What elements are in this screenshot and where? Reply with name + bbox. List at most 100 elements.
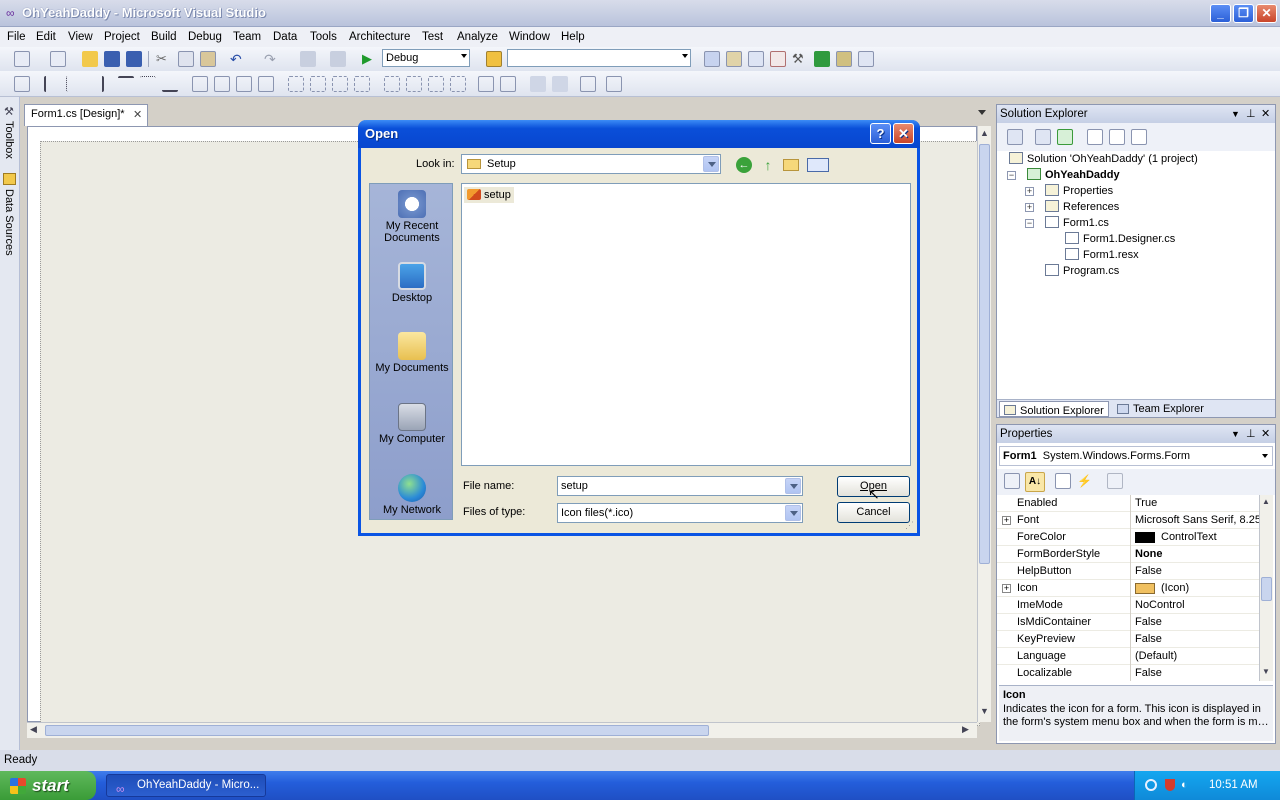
extension-manager-icon[interactable] bbox=[836, 51, 852, 67]
menu-help[interactable]: Help bbox=[559, 29, 587, 45]
property-row-font[interactable]: + Font Microsoft Sans Serif, 8.25 bbox=[997, 512, 1259, 529]
object-selector[interactable]: Form1 System.Windows.Forms.Form bbox=[999, 446, 1273, 466]
menu-view[interactable]: View bbox=[66, 29, 95, 45]
undo-icon[interactable]: ↶ bbox=[230, 51, 246, 67]
make-same-height-icon[interactable] bbox=[214, 76, 230, 92]
menu-project[interactable]: Project bbox=[102, 29, 142, 45]
events-icon[interactable]: ⚡ bbox=[1077, 473, 1093, 489]
place-my-recent-documents[interactable]: My Recent Documents bbox=[370, 190, 454, 244]
align-lefts-icon[interactable] bbox=[44, 76, 60, 92]
menu-data[interactable]: Data bbox=[271, 29, 299, 45]
help-button[interactable]: ? bbox=[870, 123, 891, 144]
tab-solution-explorer[interactable]: Solution Explorer bbox=[999, 401, 1109, 417]
save-icon[interactable] bbox=[104, 51, 120, 67]
property-value[interactable]: ControlText bbox=[1161, 529, 1259, 546]
create-new-folder-icon[interactable] bbox=[783, 159, 799, 171]
close-panel-icon[interactable]: ✕ bbox=[1261, 425, 1270, 443]
tab-form1-design[interactable]: Form1.cs [Design]* ✕ bbox=[24, 104, 148, 126]
save-all-icon[interactable] bbox=[126, 51, 142, 67]
scroll-down-icon[interactable]: ▼ bbox=[980, 706, 989, 718]
pin-icon[interactable]: ⊥ bbox=[1246, 105, 1256, 123]
property-value[interactable]: False bbox=[1135, 614, 1259, 631]
property-row-keypreview[interactable]: KeyPreview False bbox=[997, 631, 1259, 648]
place-desktop[interactable]: Desktop bbox=[370, 262, 454, 304]
property-row-formborderstyle[interactable]: FormBorderStyle None bbox=[997, 546, 1259, 563]
tree-item-form1-designer[interactable]: Form1.Designer.cs bbox=[1065, 231, 1175, 247]
panel-menu-icon[interactable]: ▼ bbox=[1231, 105, 1240, 123]
remove-vertical-spacing-icon[interactable] bbox=[450, 76, 466, 92]
view-class-diagram-icon[interactable] bbox=[1131, 129, 1147, 145]
pin-icon[interactable]: ⊥ bbox=[1246, 425, 1256, 443]
file-name-input[interactable]: setup bbox=[557, 476, 803, 496]
horizontal-spacing-equal-icon[interactable] bbox=[288, 76, 304, 92]
paste-icon[interactable] bbox=[200, 51, 216, 67]
menu-test[interactable]: Test bbox=[420, 29, 445, 45]
show-all-files-icon[interactable] bbox=[1035, 129, 1051, 145]
dialog-close-button[interactable]: ✕ bbox=[893, 123, 914, 144]
align-tops-icon[interactable] bbox=[118, 76, 134, 92]
categorized-icon[interactable] bbox=[1004, 473, 1020, 489]
place-my-documents[interactable]: My Documents bbox=[370, 332, 454, 374]
property-value[interactable]: None bbox=[1135, 546, 1259, 563]
align-middles-icon[interactable] bbox=[140, 76, 156, 92]
close-tab-icon[interactable]: ✕ bbox=[133, 108, 142, 121]
menu-file[interactable]: File bbox=[5, 29, 28, 45]
place-my-computer[interactable]: My Computer bbox=[370, 403, 454, 445]
align-to-grid-icon[interactable] bbox=[14, 76, 30, 92]
expand-icon[interactable]: + bbox=[1025, 187, 1034, 196]
property-row-language[interactable]: Language (Default) bbox=[997, 648, 1259, 665]
make-same-width-icon[interactable] bbox=[192, 76, 208, 92]
align-rights-icon[interactable] bbox=[88, 76, 104, 92]
property-value[interactable]: (Default) bbox=[1135, 648, 1259, 665]
designer-horizontal-scrollbar[interactable]: ◀ ▶ bbox=[27, 722, 977, 738]
active-files-dropdown-icon[interactable] bbox=[978, 110, 986, 115]
up-one-level-icon[interactable]: ↑ bbox=[760, 157, 776, 173]
scroll-up-icon[interactable]: ▲ bbox=[1262, 497, 1270, 506]
view-menu-icon[interactable] bbox=[807, 158, 829, 172]
scroll-right-icon[interactable]: ▶ bbox=[962, 724, 969, 735]
network-icon[interactable] bbox=[1145, 779, 1157, 791]
vertical-scroll-thumb[interactable] bbox=[979, 144, 990, 564]
tab-order-icon[interactable] bbox=[580, 76, 596, 92]
start-page-icon[interactable] bbox=[814, 51, 830, 67]
property-row-localizable[interactable]: Localizable False bbox=[997, 665, 1259, 681]
property-pages-icon[interactable] bbox=[1107, 473, 1123, 489]
designer-vertical-scrollbar[interactable]: ▲ ▼ bbox=[977, 126, 991, 722]
navigate-forward-icon[interactable] bbox=[330, 51, 346, 67]
remove-horizontal-spacing-icon[interactable] bbox=[354, 76, 370, 92]
redo-icon[interactable]: ↷ bbox=[264, 51, 280, 67]
tree-item-project[interactable]: OhYeahDaddy bbox=[1027, 167, 1120, 183]
new-project-icon[interactable] bbox=[14, 51, 30, 67]
close-panel-icon[interactable]: ✕ bbox=[1261, 105, 1270, 123]
decrease-vertical-spacing-icon[interactable] bbox=[428, 76, 444, 92]
solution-configuration-dropdown[interactable]: Debug bbox=[382, 49, 470, 67]
property-value[interactable]: True bbox=[1135, 495, 1259, 512]
find-in-files-icon[interactable] bbox=[486, 51, 502, 67]
menu-analyze[interactable]: Analyze bbox=[455, 29, 500, 45]
taskbar-app-button[interactable]: ∞ OhYeahDaddy - Micro... bbox=[106, 774, 266, 797]
start-button[interactable]: start bbox=[0, 771, 96, 800]
size-to-grid-icon[interactable] bbox=[258, 76, 274, 92]
menu-edit[interactable]: Edit bbox=[34, 29, 58, 45]
tools-icon[interactable]: ⚒ bbox=[792, 51, 808, 67]
file-item-setup[interactable]: setup bbox=[464, 187, 514, 203]
decrease-horizontal-spacing-icon[interactable] bbox=[332, 76, 348, 92]
make-same-size-icon[interactable] bbox=[236, 76, 252, 92]
properties-window-icon[interactable] bbox=[726, 51, 742, 67]
properties-icon[interactable] bbox=[1007, 129, 1023, 145]
resize-grip-icon[interactable]: ⋰ bbox=[905, 520, 914, 531]
increase-vertical-spacing-icon[interactable] bbox=[406, 76, 422, 92]
menu-build[interactable]: Build bbox=[149, 29, 179, 45]
tree-item-program[interactable]: Program.cs bbox=[1045, 263, 1119, 279]
scroll-up-icon[interactable]: ▲ bbox=[980, 128, 989, 140]
send-to-back-icon[interactable] bbox=[552, 76, 568, 92]
start-debugging-icon[interactable]: ▶ bbox=[362, 51, 378, 67]
menu-team[interactable]: Team bbox=[231, 29, 263, 45]
copy-icon[interactable] bbox=[178, 51, 194, 67]
find-dropdown[interactable] bbox=[507, 49, 691, 67]
panel-menu-icon[interactable]: ▼ bbox=[1231, 425, 1240, 443]
cut-icon[interactable]: ✂ bbox=[156, 51, 172, 67]
property-value[interactable]: False bbox=[1135, 631, 1259, 648]
data-sources-tab[interactable]: Data Sources bbox=[3, 189, 15, 256]
align-centers-icon[interactable] bbox=[66, 76, 82, 92]
